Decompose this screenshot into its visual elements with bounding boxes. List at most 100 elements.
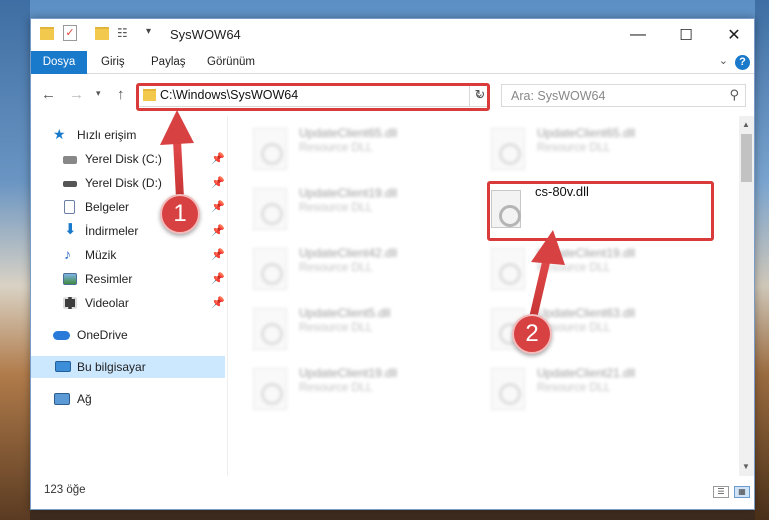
music-icon: ♪ bbox=[64, 246, 71, 262]
expand-ribbon-icon[interactable]: ⌄ bbox=[719, 54, 728, 67]
pane-splitter[interactable] bbox=[227, 116, 228, 476]
pictures-icon bbox=[63, 273, 77, 285]
file-name: UpdateClient19.dll bbox=[537, 246, 636, 260]
sidebar-item-label: Resimler bbox=[85, 272, 133, 286]
new-folder-icon[interactable] bbox=[95, 27, 109, 40]
customize-toolbar-icon[interactable]: ☷ bbox=[117, 26, 128, 40]
dll-file-icon bbox=[491, 368, 525, 410]
step-badge-2: 2 bbox=[512, 314, 552, 354]
tab-file[interactable]: Dosya bbox=[31, 51, 87, 74]
file-type: Resource DLL bbox=[537, 142, 611, 154]
arrow-left-icon[interactable]: ← bbox=[41, 86, 56, 103]
sidebar-item-disk-d[interactable]: Yerel Disk (D:) 📌 bbox=[31, 172, 225, 194]
list-item[interactable]: UpdateClient19.dll Resource DLL bbox=[229, 182, 459, 240]
arrow-right-icon[interactable]: → bbox=[69, 86, 84, 103]
list-item[interactable]: UpdateClient63.dll Resource DLL bbox=[467, 302, 697, 360]
sidebar-item-network[interactable]: Ağ bbox=[31, 388, 225, 410]
list-item[interactable]: UpdateClient21.dll Resource DLL bbox=[467, 362, 697, 420]
file-type: Resource DLL bbox=[299, 142, 373, 154]
sidebar-item-label: Videolar bbox=[85, 296, 129, 310]
file-type: Resource DLL bbox=[299, 202, 373, 214]
search-icon[interactable]: ⚲ bbox=[729, 87, 739, 103]
file-type: Resource DLL bbox=[299, 382, 373, 394]
cloud-icon bbox=[53, 331, 70, 340]
desktop-background-right bbox=[755, 0, 769, 520]
pin-icon[interactable]: 📌 bbox=[211, 148, 225, 170]
sidebar-item-label: Yerel Disk (D:) bbox=[85, 176, 162, 190]
scroll-up-icon[interactable]: ▲ bbox=[742, 120, 750, 129]
sidebar-item-pictures[interactable]: Resimler 📌 bbox=[31, 268, 225, 290]
pin-icon[interactable]: 📌 bbox=[211, 172, 225, 194]
sidebar-item-onedrive[interactable]: OneDrive bbox=[31, 324, 225, 346]
tab-share[interactable]: Paylaş bbox=[143, 51, 194, 74]
pin-icon[interactable]: 📌 bbox=[211, 196, 225, 218]
videos-icon bbox=[63, 297, 77, 309]
pin-icon[interactable]: 📌 bbox=[211, 292, 225, 314]
vertical-scrollbar[interactable]: ▲ ▼ bbox=[739, 116, 754, 476]
search-input[interactable]: Ara: SysWOW64 ⚲ bbox=[501, 84, 746, 107]
target-file-highlight bbox=[487, 181, 714, 241]
pin-icon[interactable]: 📌 bbox=[211, 244, 225, 266]
list-item[interactable]: UpdateClient19.dll Resource DLL bbox=[467, 242, 697, 300]
desktop-background-left bbox=[0, 0, 30, 520]
ribbon-tabs: Dosya Giriş Paylaş Görünüm ⌄ ? bbox=[31, 51, 754, 74]
pin-icon[interactable]: 📌 bbox=[211, 220, 225, 242]
tab-view[interactable]: Görünüm bbox=[199, 51, 263, 74]
file-type: Resource DLL bbox=[299, 322, 373, 334]
file-name: UpdateClient5.dll bbox=[299, 306, 391, 320]
sidebar-item-music[interactable]: ♪ Müzik 📌 bbox=[31, 244, 225, 266]
file-name: UpdateClient21.dll bbox=[537, 366, 636, 380]
sidebar-item-label: Ağ bbox=[77, 392, 92, 406]
status-bar: 123 öğe ☰ ▦ bbox=[31, 479, 754, 509]
file-type: Resource DLL bbox=[537, 262, 611, 274]
sidebar-item-quick-access[interactable]: ★ Hızlı erişim bbox=[31, 124, 225, 146]
documents-icon bbox=[64, 200, 75, 214]
file-name: UpdateClient65.dll bbox=[537, 126, 636, 140]
star-icon: ★ bbox=[53, 126, 66, 142]
details-view-icon[interactable]: ☰ bbox=[713, 486, 729, 498]
drive-icon bbox=[63, 156, 77, 164]
chevron-down-icon[interactable]: ▾ bbox=[146, 26, 151, 37]
step-badge-1: 1 bbox=[160, 194, 200, 234]
title-bar: ✓ ☷ ▾ SysWOW64 — ☐ ✕ bbox=[31, 19, 754, 51]
maximize-button[interactable]: ☐ bbox=[663, 19, 709, 51]
sidebar-item-label: Belgeler bbox=[85, 200, 130, 214]
navigation-pane: ★ Hızlı erişim Yerel Disk (C:) 📌 Yerel D… bbox=[31, 116, 227, 476]
list-item[interactable]: UpdateClient42.dll Resource DLL bbox=[229, 242, 459, 300]
list-item[interactable]: UpdateClient19.dll Resource DLL bbox=[229, 362, 459, 420]
scroll-down-icon[interactable]: ▼ bbox=[742, 462, 750, 471]
file-type: Resource DLL bbox=[299, 262, 373, 274]
sidebar-item-label: OneDrive bbox=[77, 328, 128, 342]
sidebar-item-videos[interactable]: Videolar 📌 bbox=[31, 292, 225, 314]
item-count: 123 öğe bbox=[44, 484, 86, 496]
recent-locations-icon[interactable]: ▾ bbox=[96, 88, 101, 99]
sidebar-item-label: İndirmeler bbox=[85, 224, 139, 238]
pin-icon[interactable]: 📌 bbox=[211, 268, 225, 290]
list-item[interactable]: UpdateClient65.dll Resource DLL bbox=[467, 122, 697, 180]
file-name: UpdateClient19.dll bbox=[299, 366, 398, 380]
file-name: UpdateClient63.dll bbox=[537, 306, 636, 320]
folder-icon bbox=[40, 27, 54, 40]
dll-file-icon bbox=[253, 368, 287, 410]
properties-icon[interactable]: ✓ bbox=[63, 25, 77, 41]
tab-home[interactable]: Giriş bbox=[93, 51, 133, 74]
large-icons-view-icon[interactable]: ▦ bbox=[734, 486, 750, 498]
computer-icon bbox=[55, 361, 71, 372]
sidebar-item-label: Müzik bbox=[85, 248, 117, 262]
list-item[interactable]: UpdateClient65.dll Resource DLL bbox=[229, 122, 459, 180]
sidebar-item-disk-c[interactable]: Yerel Disk (C:) 📌 bbox=[31, 148, 225, 170]
search-placeholder: Ara: SysWOW64 bbox=[511, 89, 606, 103]
arrow-up-icon[interactable]: ↑ bbox=[117, 86, 125, 103]
dll-file-icon bbox=[253, 248, 287, 290]
file-type: Resource DLL bbox=[537, 382, 611, 394]
sidebar-item-label: Yerel Disk (C:) bbox=[85, 152, 162, 166]
sidebar-item-this-pc[interactable]: Bu bilgisayar bbox=[31, 356, 225, 378]
minimize-button[interactable]: — bbox=[615, 19, 661, 51]
close-button[interactable]: ✕ bbox=[711, 19, 757, 51]
dll-file-icon bbox=[253, 128, 287, 170]
drive-icon bbox=[63, 181, 77, 187]
list-item[interactable]: UpdateClient5.dll Resource DLL bbox=[229, 302, 459, 360]
scrollbar-thumb[interactable] bbox=[741, 134, 752, 182]
dll-file-icon bbox=[253, 308, 287, 350]
help-icon[interactable]: ? bbox=[735, 55, 750, 70]
